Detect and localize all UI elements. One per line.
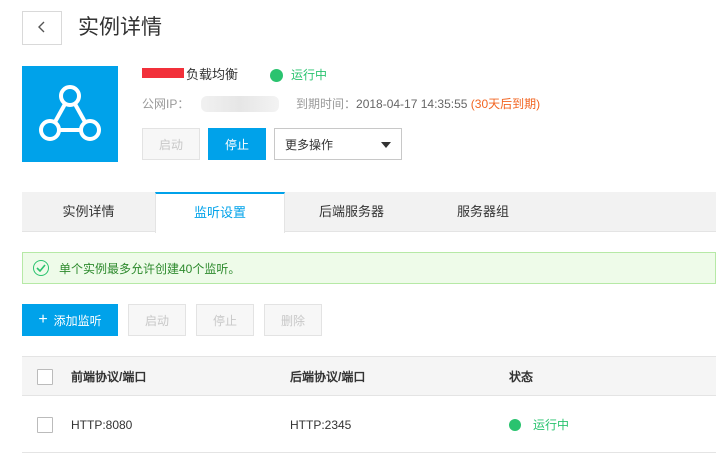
redacted-name-mark (142, 68, 184, 78)
expire-row: 到期时间：2018-04-17 14:35:55 (30天后到期) (296, 96, 540, 112)
row-status: 运行中 (509, 417, 569, 433)
status-dot-icon (509, 419, 521, 431)
more-actions-label: 更多操作 (285, 137, 334, 152)
caret-down-icon (381, 142, 391, 148)
tab-instance-details[interactable]: 实例详情 (22, 192, 155, 232)
column-header-back: 后端协议/端口 (290, 370, 366, 384)
row-back-port: HTTP:2345 (290, 418, 352, 432)
checkbox-box (37, 417, 53, 433)
expire-label: 到期时间： (296, 97, 357, 111)
plus-icon: + (38, 311, 48, 328)
info-notice: 单个实例最多允许创建40个监听。 (22, 252, 716, 284)
column-header-front: 前端协议/端口 (71, 370, 147, 384)
listener-delete-button[interactable]: 删除 (264, 304, 322, 336)
public-ip-row: 公网IP： (142, 96, 280, 112)
page-title: 实例详情 (78, 16, 162, 39)
instance-status-label: 运行中 (291, 68, 328, 82)
chevron-left-icon (36, 20, 48, 37)
listener-table: 前端协议/端口 后端协议/端口 状态 HTTP:8080 HTTP:2345 运… (22, 356, 716, 453)
table-row: HTTP:8080 HTTP:2345 运行中 (22, 396, 716, 453)
public-ip-label: 公网IP： (142, 97, 190, 111)
row-checkbox[interactable] (37, 417, 53, 433)
row-status-label: 运行中 (533, 418, 570, 432)
page: 实例详情 负载均衡 运行中 公网IP： 到期时间：2018-04-17 14:3… (0, 0, 716, 475)
tab-listener-settings[interactable]: 监听设置 (155, 192, 285, 233)
tab-backend-servers[interactable]: 后端服务器 (285, 192, 418, 232)
table-header: 前端协议/端口 后端协议/端口 状态 (22, 356, 716, 396)
add-listener-label: 添加监听 (53, 313, 102, 328)
back-button[interactable] (22, 11, 62, 45)
tab-server-groups[interactable]: 服务器组 (418, 192, 548, 232)
select-all-checkbox[interactable] (37, 369, 53, 385)
tab-bar: 实例详情 监听设置 后端服务器 服务器组 (22, 192, 716, 233)
expire-value: 2018-04-17 14:35:55 (356, 97, 468, 111)
add-listener-button[interactable]: + 添加监听 (22, 304, 118, 336)
instance-status: 运行中 (270, 66, 327, 84)
start-button[interactable]: 启动 (142, 128, 200, 160)
checkbox-box (37, 369, 53, 385)
row-front-port: HTTP:8080 (71, 418, 133, 432)
public-ip-value-blurred (201, 96, 280, 112)
stop-button[interactable]: 停止 (208, 128, 266, 160)
column-header-status: 状态 (509, 370, 534, 384)
more-actions-select[interactable]: 更多操作 (274, 128, 402, 160)
instance-name: 负载均衡 (142, 66, 238, 84)
status-dot-icon (270, 68, 283, 82)
listener-stop-button[interactable]: 停止 (196, 304, 254, 336)
listener-start-button[interactable]: 启动 (128, 304, 186, 336)
load-balancer-icon (22, 66, 118, 162)
instance-name-label: 负载均衡 (186, 67, 239, 82)
check-circle-icon (33, 260, 49, 276)
notice-text: 单个实例最多允许创建40个监听。 (59, 261, 241, 276)
expire-warning: (30天后到期) (470, 97, 541, 111)
